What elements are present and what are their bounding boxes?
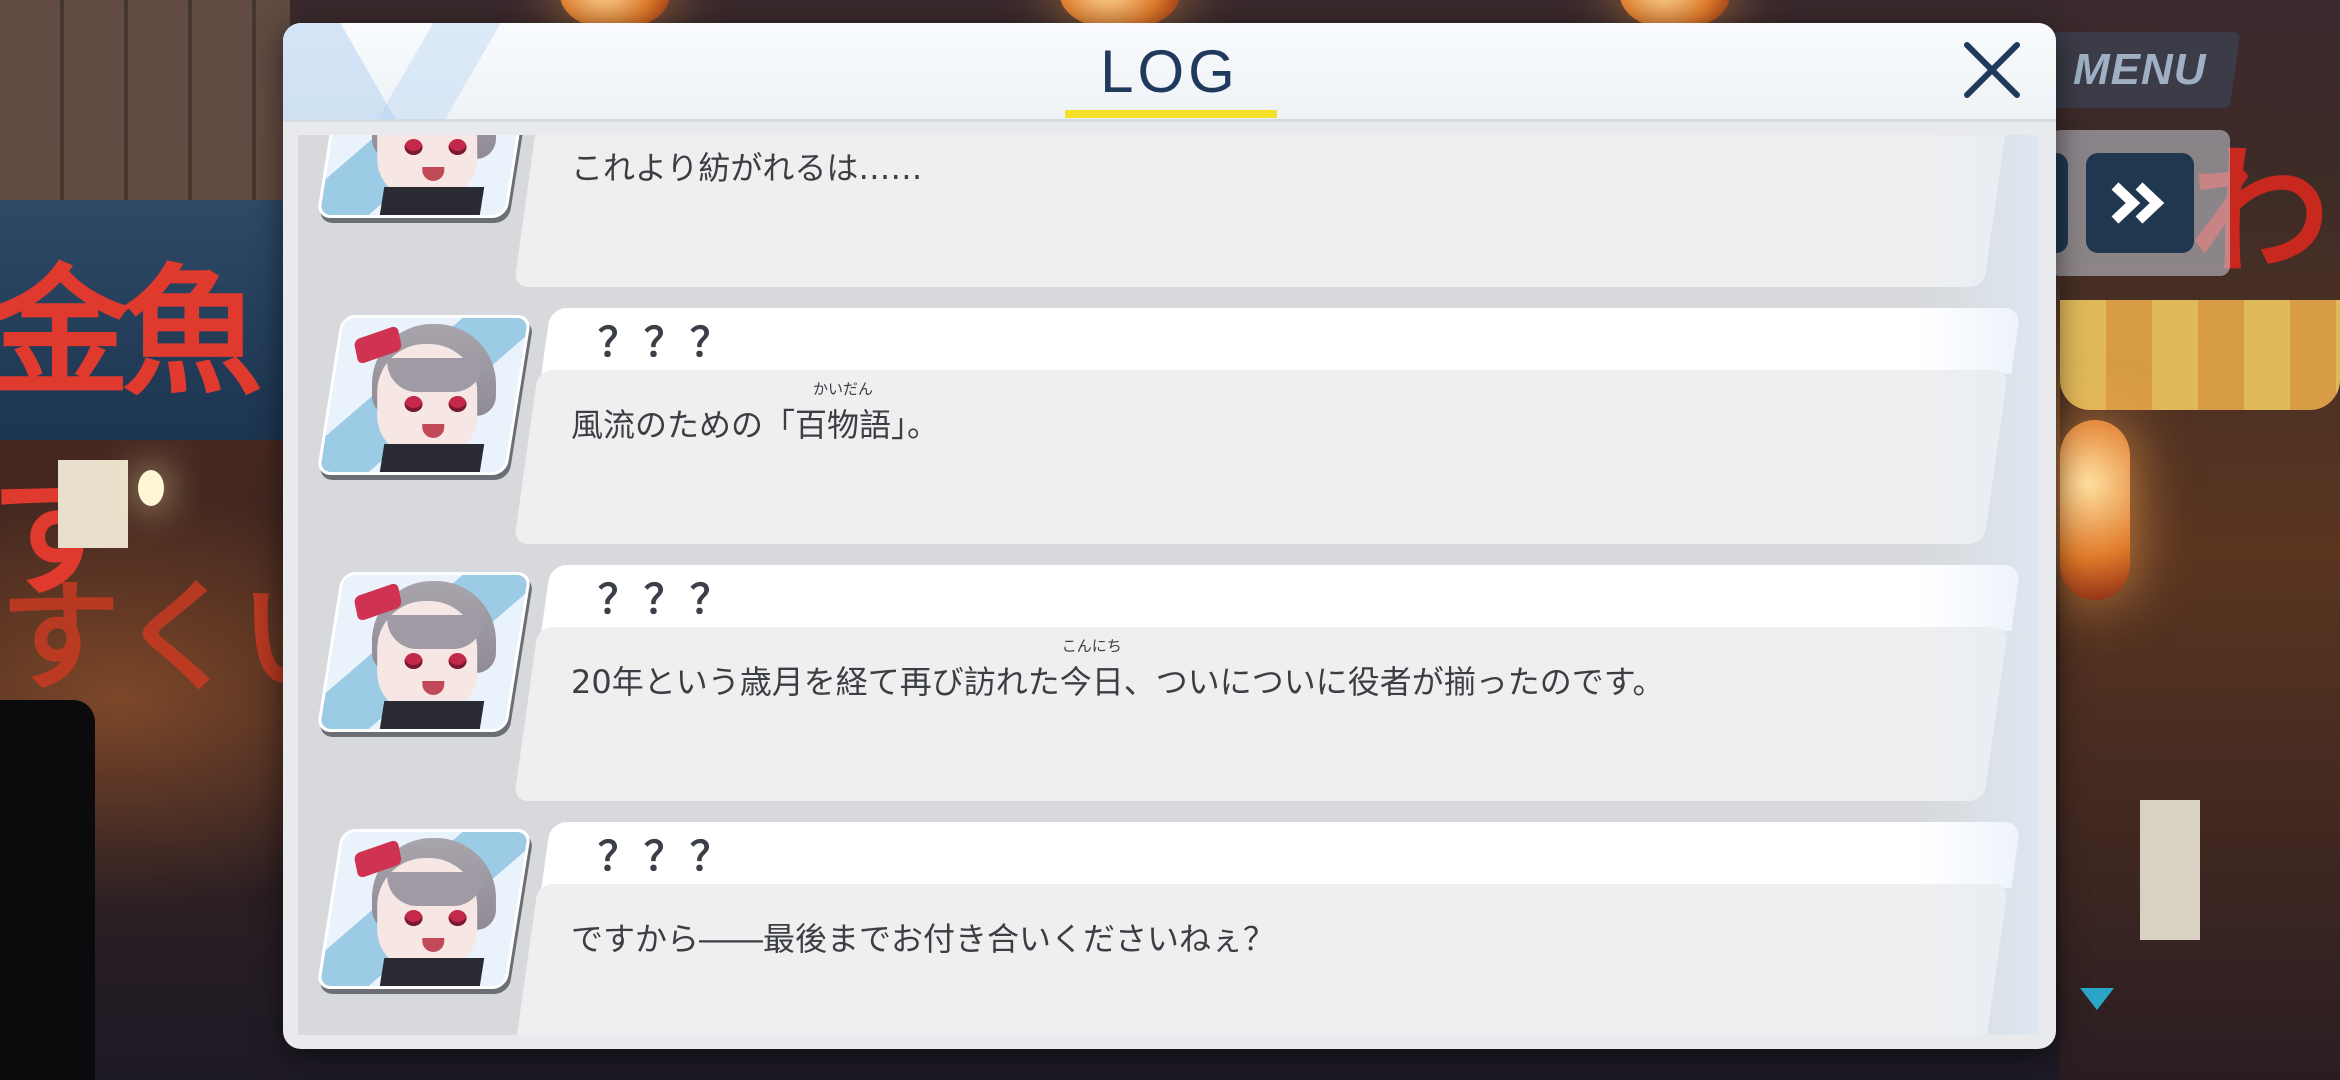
log-title: LOG: [1100, 38, 1239, 105]
ruby-reading: こんにち: [1061, 637, 1122, 655]
speaker-avatar: [316, 135, 532, 218]
goldfish-stall-banner: 金魚す: [0, 200, 290, 617]
speaker-name: ？？？: [598, 577, 736, 623]
triangle-down-icon: [2080, 988, 2114, 1010]
dialogue-text: これより紡がれるは……: [571, 143, 922, 189]
dialogue-text: 風流のための「百物語 かいだん」。: [571, 380, 940, 446]
speaker-name: ？？？: [598, 320, 736, 366]
skip-button[interactable]: [2086, 153, 2194, 253]
paper-notice: [58, 460, 128, 548]
dialogue-text-part: 」。: [891, 406, 940, 444]
ruby-base: 今日: [1059, 663, 1124, 701]
dialogue-text-part: 、ついについに役者が揃ったのです。: [1123, 663, 1665, 701]
ruby-reading: かいだん: [813, 380, 874, 398]
dialogue-text-part: これより紡がれるは……: [571, 149, 923, 187]
log-entry: ？？？ ですから――最後までお付き合いくださいねぇ？: [298, 822, 2038, 1035]
dialogue-text: 20年という歳月を経て再び訪れた今日 こんにち 、ついについに役者が揃ったのです。: [571, 637, 1665, 703]
log-window: LOG ？？？ これより紡がれるは……: [283, 23, 2056, 1049]
title-underline: [1065, 110, 1277, 118]
hanging-sign: [2140, 800, 2200, 940]
paper-lantern: [2060, 420, 2130, 600]
stall-awning: [2060, 300, 2340, 410]
speaker-name-bar: [541, 822, 2021, 888]
dialogue-text-part: 20年という歳月を経て再び訪れた: [571, 663, 1060, 701]
log-header: LOG: [283, 23, 2056, 122]
speaker-avatar: [316, 315, 532, 475]
ruby-base: 百物語: [795, 406, 892, 444]
close-icon: [1964, 42, 2020, 98]
dialogue-text-part: ですから――最後までお付き合いくださいねぇ？: [571, 920, 1276, 958]
speaker-name-bar: [541, 565, 2021, 631]
speaker-avatar: [316, 829, 532, 989]
log-list[interactable]: ？？？ これより紡がれるは…… ？？？ 風流のための「百物語 かいだん」。: [298, 135, 2038, 1035]
dialogue-text-part: 風流のための「: [571, 406, 796, 444]
speaker-name-bar: [541, 308, 2021, 374]
ruby-word: 今日 こんにち: [1059, 637, 1124, 703]
log-entry: ？？？ 20年という歳月を経て再び訪れた今日 こんにち 、ついについに役者が揃ったの…: [298, 565, 2038, 801]
log-entry: ？？？ 風流のための「百物語 かいだん」。: [298, 308, 2038, 544]
scroll-edge-glare: [1918, 135, 2038, 1035]
dialogue-box: [513, 370, 2009, 544]
dark-panel: [0, 700, 95, 1080]
ruby-word: 百物語 かいだん: [795, 380, 892, 446]
dialogue-text: ですから――最後までお付き合いくださいねぇ？: [571, 914, 1275, 960]
menu-button[interactable]: MENU: [2039, 32, 2241, 108]
fast-forward-icon: [2111, 182, 2165, 224]
log-entry: ？？？ これより紡がれるは……: [298, 135, 2038, 287]
speaker-name: ？？？: [598, 834, 736, 880]
light-bulb: [138, 470, 164, 506]
shop-lattice-wall: [0, 0, 290, 200]
menu-button-label: MENU: [2073, 45, 2207, 94]
speaker-avatar: [316, 572, 532, 732]
dialogue-box: [513, 627, 2009, 801]
close-button[interactable]: [1959, 37, 2025, 103]
